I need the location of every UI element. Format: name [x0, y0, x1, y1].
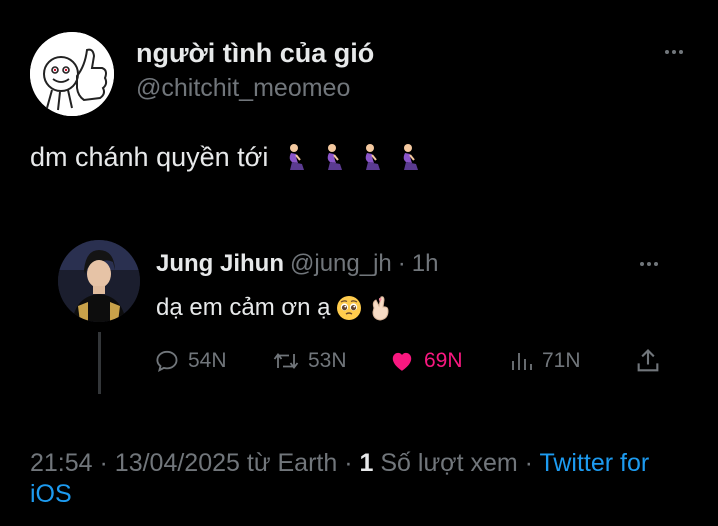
- views-button[interactable]: 71N: [510, 344, 581, 378]
- share-icon: [637, 349, 659, 372]
- kneeling-person-icon: [328, 143, 343, 170]
- emoji-group: [282, 143, 424, 173]
- share-button[interactable]: [634, 344, 662, 378]
- bar-chart-icon: [512, 353, 532, 370]
- more-options-icon[interactable]: [665, 44, 693, 60]
- thumbs-up-doodle-icon: [30, 32, 114, 116]
- retweet-icon: [273, 353, 299, 369]
- like-count: 69N: [424, 349, 463, 372]
- reply-author-avatar[interactable]: [58, 240, 140, 322]
- tweet-time[interactable]: 21:54: [30, 449, 93, 477]
- reply-time[interactable]: 1h: [412, 250, 439, 278]
- reply-display-name[interactable]: Jung Jihun: [156, 250, 284, 278]
- view-count-value: 1: [359, 449, 374, 477]
- meta-separator: ·: [344, 449, 353, 477]
- reply-body: dạ em cảm ơn ạ: [156, 294, 331, 321]
- tweet-location: từ Earth: [246, 449, 338, 477]
- kneeling-person-icon: [290, 143, 305, 170]
- kneeling-person-icon: [404, 143, 419, 170]
- retweet-count: 53N: [308, 349, 347, 372]
- reply-action-bar: 54N 53N 69N 71N: [154, 344, 666, 378]
- comment-icon: [156, 350, 178, 372]
- meta-separator: ·: [99, 449, 108, 477]
- reply-handle[interactable]: @jung_jh: [290, 250, 392, 278]
- retweet-button[interactable]: 53N: [272, 344, 347, 378]
- thread-line: [98, 332, 101, 394]
- heart-hands-icon: [372, 296, 389, 321]
- tweet-meta: 21:54 · 13/04/2025 từ Earth · 1 Số lượt …: [30, 448, 690, 510]
- view-count: 71N: [542, 349, 581, 372]
- author-avatar[interactable]: [30, 32, 114, 116]
- reply-more-options-icon[interactable]: [640, 256, 668, 272]
- like-button[interactable]: 69N: [388, 344, 463, 378]
- author-display-name[interactable]: người tình của gió: [136, 38, 374, 69]
- meta-separator: ·: [524, 449, 533, 477]
- kneeling-person-icon: [366, 143, 381, 170]
- reply-text: dạ em cảm ơn ạ: [156, 294, 392, 322]
- reply-separator: ·: [397, 250, 406, 277]
- person-photo-avatar: [58, 240, 140, 322]
- reply-count: 54N: [188, 349, 227, 372]
- reply-header: Jung Jihun @jung_jh · 1h: [156, 250, 438, 278]
- heart-filled-icon: [392, 352, 412, 371]
- tweet-text: dm chánh quyền tới: [30, 142, 424, 173]
- tweet-date[interactable]: 13/04/2025: [115, 449, 240, 477]
- reply-button[interactable]: 54N: [154, 344, 227, 378]
- author-handle[interactable]: @chitchit_meomeo: [136, 74, 350, 103]
- view-count-label: Số lượt xem: [380, 449, 518, 477]
- tweet-body: dm chánh quyền tới: [30, 142, 269, 172]
- pleading-face-icon: [337, 296, 362, 320]
